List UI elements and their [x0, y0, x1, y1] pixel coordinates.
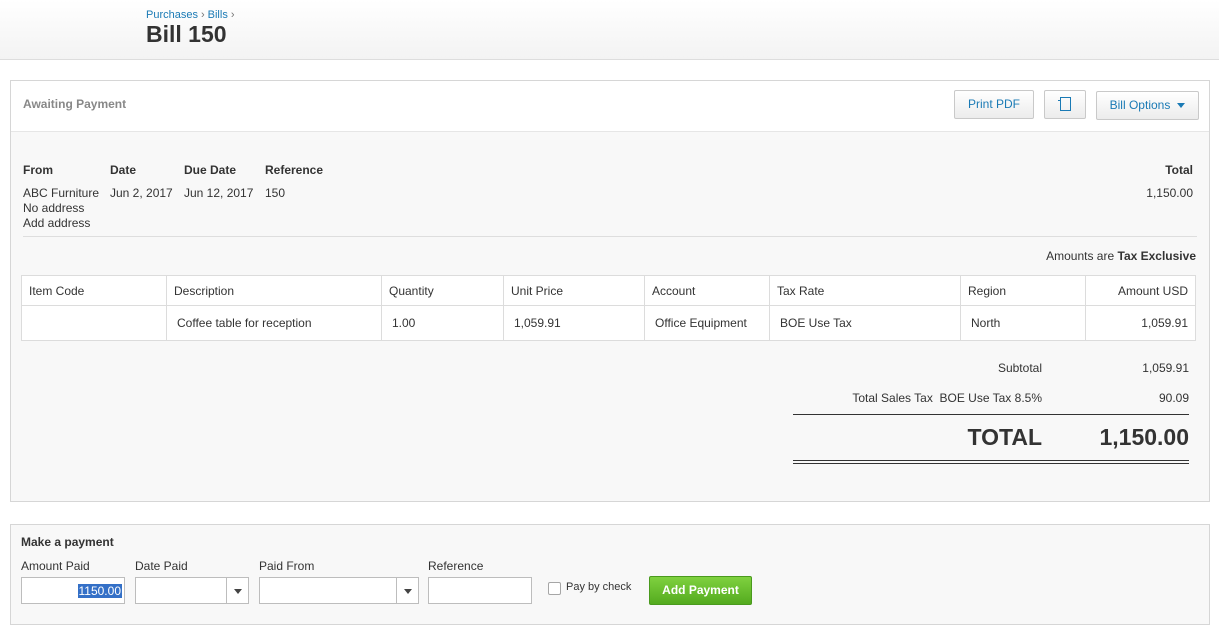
paid-from-select[interactable] — [259, 577, 419, 604]
bill-options-button[interactable]: Bill Options — [1096, 91, 1199, 120]
payment-panel: Make a payment Amount Paid 1150.00 Date … — [10, 524, 1210, 625]
table-row[interactable]: Coffee table for reception 1.00 1,059.91… — [21, 305, 1196, 341]
bill-options-label: Bill Options — [1109, 98, 1171, 112]
page-header: Purchases › Bills › Bill 150 — [0, 0, 1219, 60]
column-header: Description — [166, 275, 382, 306]
line-items-table: Item Code Description Quantity Unit Pric… — [21, 275, 1196, 341]
date-paid-label: Date Paid — [135, 559, 188, 573]
reference-input[interactable] — [428, 577, 532, 604]
column-header: Account — [644, 275, 770, 306]
breadcrumb-separator: › — [200, 9, 205, 21]
status-text: Awaiting Payment — [23, 97, 127, 111]
cell-description[interactable]: Coffee table for reception — [166, 305, 382, 341]
totals-rule — [793, 414, 1189, 415]
bill-panel: Awaiting Payment Print PDF Bill Options … — [10, 80, 1210, 502]
cell-item-code[interactable] — [21, 305, 167, 341]
column-header: Amount USD — [1085, 275, 1196, 306]
reference-header: Reference — [265, 163, 324, 177]
copy-icon — [1057, 96, 1071, 111]
bill-due-date: Jun 12, 2017 — [184, 186, 254, 200]
print-pdf-button[interactable]: Print PDF — [954, 90, 1034, 119]
date-paid-input[interactable] — [135, 577, 249, 604]
column-header: Tax Rate — [769, 275, 961, 306]
cell-quantity[interactable]: 1.00 — [381, 305, 504, 341]
amounts-are-label: Amounts are — [1046, 249, 1115, 263]
from-header: From — [23, 163, 53, 177]
bill-date: Jun 2, 2017 — [110, 186, 173, 200]
breadcrumb-purchases[interactable]: Purchases — [146, 9, 198, 21]
amount-paid-label: Amount Paid — [21, 559, 90, 573]
totals-double-rule — [793, 463, 1189, 464]
column-header: Item Code — [21, 275, 167, 306]
bill-toolbar: Awaiting Payment Print PDF Bill Options — [11, 81, 1209, 132]
pay-by-check-label[interactable]: Pay by check — [566, 581, 631, 593]
amounts-are: Amounts are Tax Exclusive — [1046, 249, 1196, 263]
cell-region[interactable]: North — [960, 305, 1086, 341]
sales-tax-label: Total Sales Tax BOE Use Tax 8.5% — [852, 391, 1042, 405]
chevron-down-icon — [1177, 103, 1186, 109]
paid-from-label: Paid From — [259, 559, 315, 573]
chevron-down-icon[interactable] — [226, 578, 248, 603]
cell-tax-rate[interactable]: BOE Use Tax — [769, 305, 961, 341]
payment-title: Make a payment — [21, 535, 114, 549]
table-header-row: Item Code Description Quantity Unit Pric… — [21, 275, 1196, 306]
column-header: Region — [960, 275, 1086, 306]
total-header: Total — [1165, 163, 1193, 177]
amount-paid-value: 1150.00 — [77, 584, 122, 598]
chevron-down-icon[interactable] — [396, 578, 418, 603]
pay-by-check-checkbox[interactable] — [548, 582, 561, 595]
grand-total-value: 1,150.00 — [1099, 424, 1189, 450]
due-date-header: Due Date — [184, 163, 237, 177]
amount-paid-input[interactable]: 1150.00 — [21, 577, 125, 604]
add-payment-button[interactable]: Add Payment — [649, 576, 752, 605]
bill-total: 1,150.00 — [1146, 186, 1193, 200]
breadcrumb: Purchases › Bills › — [146, 9, 238, 21]
supplier-address: No address — [23, 201, 85, 215]
breadcrumb-bills[interactable]: Bills — [208, 9, 228, 21]
totals-double-rule — [793, 460, 1189, 461]
date-header: Date — [110, 163, 137, 177]
cell-account[interactable]: Office Equipment — [644, 305, 770, 341]
amounts-are-value: Tax Exclusive — [1117, 249, 1197, 263]
divider — [23, 236, 1197, 237]
page-title: Bill 150 — [146, 21, 227, 47]
sales-tax-value: 90.09 — [1158, 391, 1189, 405]
copy-button[interactable] — [1044, 90, 1086, 119]
subtotal-label: Subtotal — [997, 361, 1042, 375]
cell-unit-price[interactable]: 1,059.91 — [503, 305, 645, 341]
add-address-link[interactable]: Add address — [23, 216, 90, 230]
cell-amount[interactable]: 1,059.91 — [1085, 305, 1196, 341]
column-header: Quantity — [381, 275, 504, 306]
column-header: Unit Price — [503, 275, 645, 306]
subtotal-value: 1,059.91 — [1142, 361, 1189, 375]
reference-label: Reference — [428, 559, 484, 573]
grand-total-label: TOTAL — [967, 424, 1042, 450]
bill-reference: 150 — [265, 186, 286, 200]
supplier-link[interactable]: ABC Furniture — [23, 186, 99, 200]
breadcrumb-separator: › — [230, 9, 235, 21]
